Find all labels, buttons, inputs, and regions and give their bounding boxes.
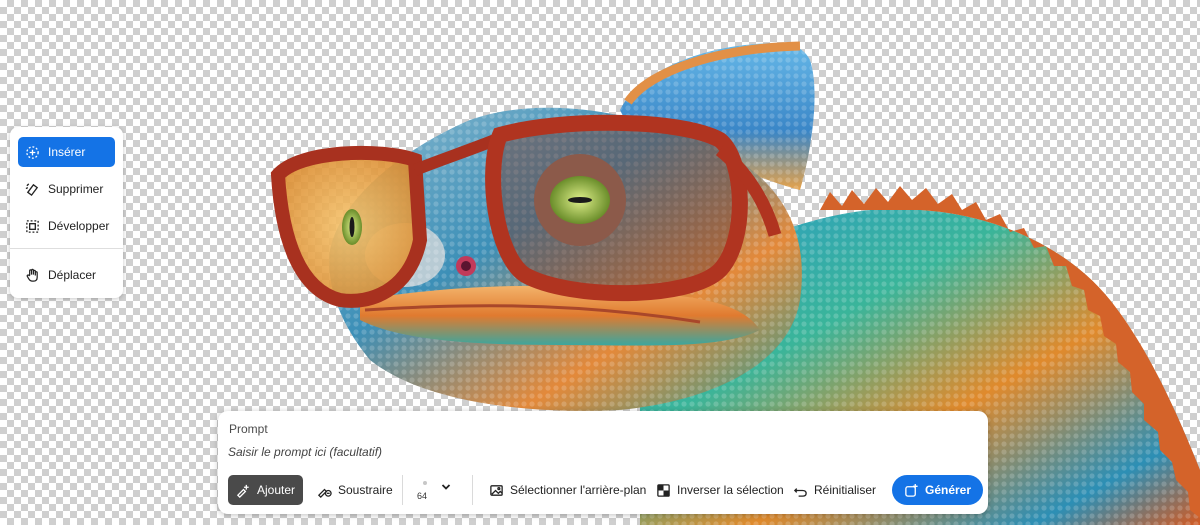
generate-button-label: Générer (925, 483, 972, 497)
tool-panel: Insérer Supprimer Développer Déplacer (10, 127, 123, 298)
reset-button[interactable]: Réinitialiser (785, 475, 884, 505)
image-select-icon (490, 484, 503, 496)
subtract-button-label: Soustraire (338, 483, 393, 497)
tool-remove-label: Supprimer (48, 182, 104, 196)
brush-size-dropdown[interactable]: 64 (415, 476, 465, 506)
hand-icon (26, 268, 38, 282)
brush-size-value: 64 (417, 491, 428, 501)
tool-remove[interactable]: Supprimer (18, 174, 115, 204)
brush-add-icon (236, 484, 249, 498)
invert-selection-button[interactable]: Inverser la sélection (648, 475, 792, 505)
undo-icon (793, 487, 807, 497)
tool-insert-label: Insérer (48, 145, 86, 159)
brush-subtract-icon (317, 488, 332, 498)
tool-insert[interactable]: Insérer (18, 137, 115, 167)
invert-selection-label: Inverser la sélection (677, 483, 784, 497)
tool-expand[interactable]: Développer (18, 211, 115, 241)
select-background-label: Sélectionner l'arrière-plan (510, 483, 647, 497)
subtract-button[interactable]: Soustraire (309, 475, 401, 505)
chevron-down-icon (441, 484, 451, 490)
toolbar-divider (402, 475, 403, 505)
tool-move-label: Déplacer (48, 268, 97, 282)
generate-button[interactable]: Générer (892, 475, 984, 505)
expand-frame-icon (26, 219, 39, 233)
eraser-icon (25, 182, 39, 196)
prompt-input[interactable] (228, 442, 828, 462)
prompt-label: Prompt (229, 422, 268, 436)
toolbar-divider (472, 475, 473, 505)
reset-button-label: Réinitialiser (814, 483, 877, 497)
generate-sparkle-icon (905, 483, 918, 497)
add-button-label: Ajouter (257, 483, 296, 497)
add-button[interactable]: Ajouter (228, 475, 304, 505)
select-background-button[interactable]: Sélectionner l'arrière-plan (481, 475, 654, 505)
tool-move[interactable]: Déplacer (18, 260, 115, 290)
invert-selection-icon (657, 483, 670, 497)
tool-divider (10, 248, 123, 249)
brush-size-preview (423, 481, 427, 485)
tool-expand-label: Développer (48, 219, 110, 233)
insert-sparkle-icon (26, 145, 39, 159)
prompt-bar: Prompt Ajouter Soustraire 64 Sélectionne (218, 411, 988, 514)
